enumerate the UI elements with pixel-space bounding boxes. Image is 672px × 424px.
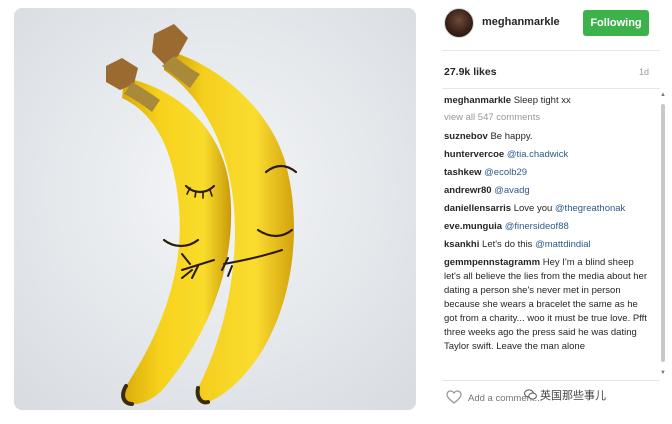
comment-text: Let's do this	[482, 239, 533, 250]
comment-item: eve.munguia @finersideof88	[444, 220, 652, 234]
comment-item: tashkew @ecolb29	[444, 166, 652, 180]
comment-text: Love you	[513, 203, 553, 214]
caption-text: Sleep tight xx	[513, 95, 571, 106]
comment-item: gemmpennstagramm Hey I'm a blind sheep l…	[444, 256, 652, 354]
comment-text: Hey I'm a blind sheep let's all believe …	[444, 257, 648, 352]
author-username[interactable]: meghanmarkle	[482, 16, 560, 28]
following-button[interactable]: Following	[583, 10, 649, 36]
post-sidebar: meghanmarkle Following 27.9k likes 1d me…	[434, 0, 666, 424]
comment-mention[interactable]: @mattdindial	[535, 239, 591, 250]
comment-item: suznebov Be happy.	[444, 130, 652, 144]
comment-text: Be happy.	[490, 131, 533, 142]
divider	[442, 380, 660, 381]
post-image[interactable]	[14, 8, 416, 410]
comment-item: daniellensarris Love you @thegreathonak	[444, 202, 652, 216]
comment-item: huntervercoe @tia.chadwick	[444, 148, 652, 162]
comment-mention[interactable]: @avadg	[494, 185, 530, 196]
divider	[442, 50, 660, 51]
comment-mention[interactable]: @finersideof88	[505, 221, 569, 232]
comment-mention[interactable]: @thegreathonak	[555, 203, 625, 214]
comments-scrollbar[interactable]: ▲ ▼	[660, 92, 666, 376]
comments-list: meghanmarkle Sleep tight xx view all 547…	[444, 94, 652, 376]
likes-count[interactable]: 27.9k likes	[444, 66, 497, 78]
wechat-icon	[524, 389, 537, 400]
comment-mention[interactable]: @tia.chadwick	[507, 149, 568, 160]
caption-username[interactable]: meghanmarkle	[444, 95, 511, 106]
comment-mention[interactable]: @ecolb29	[484, 167, 527, 178]
scroll-thumb[interactable]	[661, 104, 665, 362]
caption: meghanmarkle Sleep tight xx	[444, 94, 652, 108]
scroll-down-arrow-icon[interactable]: ▼	[660, 370, 666, 376]
post-header: meghanmarkle Following	[434, 6, 666, 40]
comment-username[interactable]: suznebov	[444, 131, 488, 142]
comment-username[interactable]: daniellensarris	[444, 203, 511, 214]
comment-item: andrewr80 @avadg	[444, 184, 652, 198]
comment-username[interactable]: gemmpennstagramm	[444, 257, 540, 268]
comment-username[interactable]: ksankhi	[444, 239, 479, 250]
comment-username[interactable]: andrewr80	[444, 185, 492, 196]
avatar[interactable]	[444, 8, 474, 38]
comment-username[interactable]: tashkew	[444, 167, 482, 178]
scroll-up-arrow-icon[interactable]: ▲	[660, 92, 666, 98]
watermark: 英国那些事儿	[524, 387, 606, 403]
view-all-comments-link[interactable]: view all 547 comments	[444, 112, 652, 124]
comment-username[interactable]: eve.munguia	[444, 221, 502, 232]
comment-username[interactable]: huntervercoe	[444, 149, 504, 160]
divider	[442, 88, 660, 89]
post-age: 1d	[639, 67, 650, 77]
watermark-text: 英国那些事儿	[540, 390, 606, 402]
bananas-illustration	[14, 8, 416, 410]
heart-icon[interactable]	[446, 390, 462, 409]
comment-item: ksankhi Let's do this @mattdindial	[444, 238, 652, 252]
